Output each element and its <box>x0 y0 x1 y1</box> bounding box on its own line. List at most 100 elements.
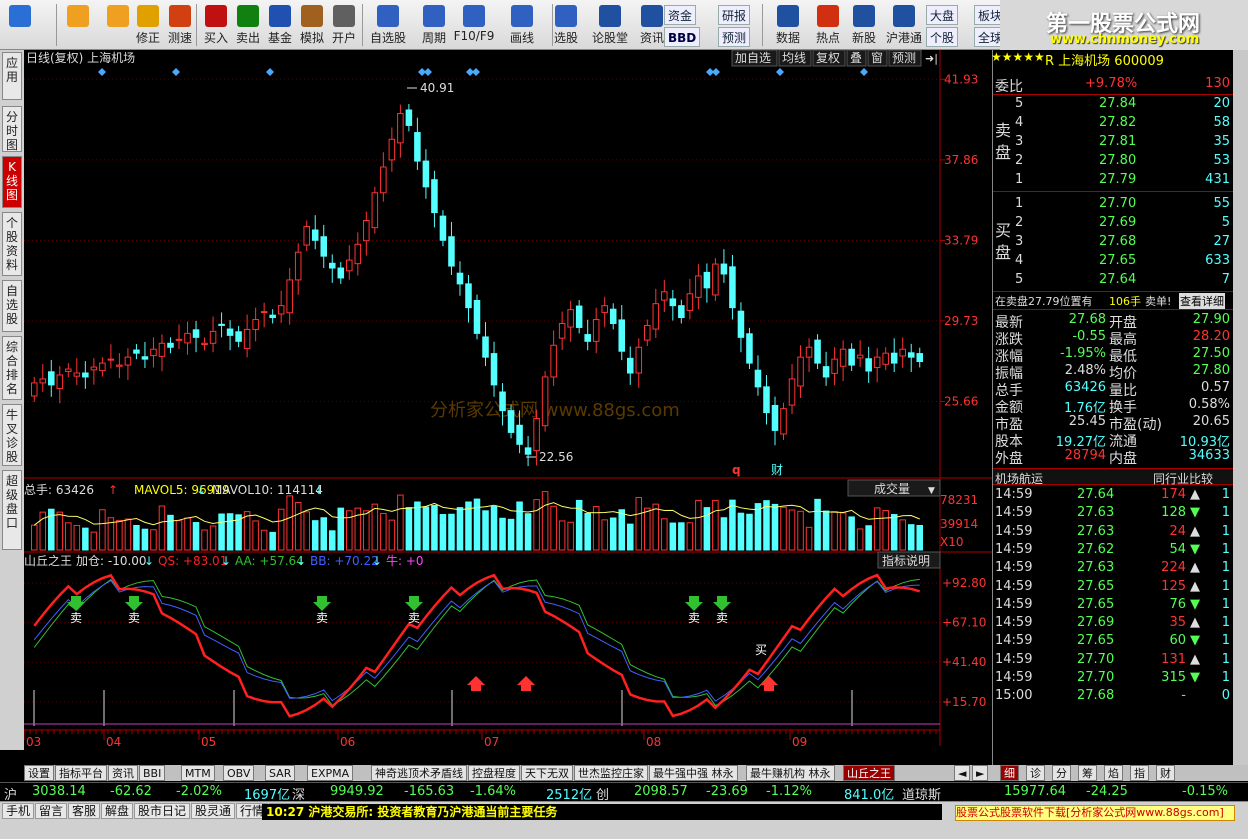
mark-cai[interactable]: 财 <box>771 463 783 477</box>
toolbar-clock-button[interactable]: 测速 <box>164 2 196 48</box>
right-tab-2[interactable]: 分 <box>1052 765 1071 781</box>
volume-bar <box>661 518 668 551</box>
candle-body <box>856 354 864 359</box>
jiacang-down-arrow: ↓ <box>144 554 154 568</box>
chart-header-button-label: 窗 <box>871 51 883 65</box>
status-button-5[interactable]: 股灵通 <box>191 803 236 819</box>
right-tab-4[interactable]: 焰 <box>1104 765 1123 781</box>
scroll-right-icon[interactable]: ► <box>972 765 989 781</box>
left-tab-6[interactable]: 牛叉诊股 <box>2 404 22 466</box>
level-price: 27.70 <box>1099 196 1137 211</box>
price-axis-label: 25.66 <box>944 395 978 409</box>
status-button-3[interactable]: 解盘 <box>101 803 134 819</box>
toolbar-updown-arrows-button[interactable] <box>102 2 134 48</box>
indicator-tab-7[interactable]: EXPMA <box>307 765 354 781</box>
view-detail-button[interactable]: 查看详细 <box>1179 293 1225 309</box>
indicator-tab-9[interactable]: 控盘程度 <box>468 765 520 781</box>
indicator-tab-4[interactable]: MTM <box>181 765 215 781</box>
toolbar-cycle-button[interactable]: 周期 <box>412 2 456 48</box>
candle-body <box>243 328 251 349</box>
status-button-1[interactable]: 留言 <box>35 803 68 819</box>
volume-bar <box>439 514 447 551</box>
kline-chart-area[interactable]: 日线(复权) 上海机场 加自选 均线 复权叠窗预测 ➜| 41.93 37.86 33.7… <box>23 49 992 750</box>
status-button-0[interactable]: 手机 <box>2 803 35 819</box>
tick-row: 14:59 27.69 35 ▲ 1 <box>993 615 1234 632</box>
toolbar-windows-logo-button[interactable] <box>4 2 36 48</box>
market-button[interactable]: 大盘 <box>926 5 959 25</box>
sell-signal-arrow-icon <box>685 596 703 611</box>
right-scrollbar[interactable] <box>1233 50 1248 766</box>
chevron-down-icon: ▼ <box>928 486 935 496</box>
toolbar-lock-button[interactable]: 开户 <box>328 2 360 48</box>
right-tab-6[interactable]: 财 <box>1156 765 1175 781</box>
mark-q[interactable]: q <box>732 463 741 477</box>
left-tab-2[interactable]: K线图 <box>2 156 22 208</box>
scroll-left-icon[interactable]: ◄ <box>954 765 971 781</box>
fund-button[interactable]: 资金 <box>664 5 697 25</box>
indicator-tab-6[interactable]: SAR <box>265 765 296 781</box>
indicator-tab-13[interactable]: 最牛赚机构 林永 <box>746 765 835 781</box>
right-tab-0[interactable]: 细 <box>1000 765 1019 781</box>
indicator-tab-3[interactable]: BBI <box>139 765 166 781</box>
left-tab-4[interactable]: 自选股 <box>2 280 22 332</box>
indicator-tab-5[interactable]: OBV <box>223 765 255 781</box>
volume-bar <box>669 522 677 551</box>
toolbar-sell-button[interactable]: 卖出 <box>232 2 264 48</box>
tick-count: 1 <box>1221 523 1230 539</box>
bbd-button[interactable]: BBD <box>664 27 701 47</box>
research-button[interactable]: 研报 <box>718 5 751 25</box>
volume-bar <box>456 507 464 551</box>
indicator-tab-14[interactable]: 山丘之王 <box>843 765 895 781</box>
tick-time: 14:59 <box>995 578 1033 594</box>
candle-body <box>890 352 898 364</box>
toolbar-hammer-button[interactable]: 模拟 <box>296 2 328 48</box>
indicator-tab-0[interactable]: 设置 <box>24 765 54 781</box>
indicator-tab-10[interactable]: 天下无双 <box>521 765 573 781</box>
toolbar-pen-button[interactable]: 画线 <box>500 2 544 48</box>
toolbar-buy-button[interactable]: 买入 <box>200 2 232 48</box>
tab-peer-compare[interactable]: 同行业比较 <box>1153 470 1213 487</box>
indicator-tab-2[interactable]: 资讯 <box>108 765 138 781</box>
level-index: 1 <box>1015 196 1024 211</box>
level-price: 27.65 <box>1099 253 1137 268</box>
indicator-tab-1[interactable]: 指标平台 <box>55 765 107 781</box>
divider <box>993 191 1234 192</box>
toolbar-f10-button[interactable]: F10/F9 <box>452 2 496 48</box>
right-tab-5[interactable]: 指 <box>1130 765 1149 781</box>
right-tab-3[interactable]: 筹 <box>1078 765 1097 781</box>
left-tab-7[interactable]: 超级盘口 <box>2 470 22 550</box>
right-tab-1[interactable]: 诊 <box>1026 765 1045 781</box>
arrow-up-icon: ▲ <box>1190 578 1200 594</box>
toolbar-refresh-button[interactable]: 修正 <box>132 2 164 48</box>
toolbar-select-button[interactable]: 选股 <box>544 2 588 48</box>
indicator-tab-12[interactable]: 最牛强中强 林永 <box>649 765 738 781</box>
toolbar-fund-button[interactable]: 基金 <box>264 2 296 48</box>
left-tab-3[interactable]: 个股资料 <box>2 212 22 276</box>
stat-value: 34633 <box>1188 448 1230 463</box>
toolbar-back-arrow-button[interactable] <box>62 2 94 48</box>
toolbar-star-button[interactable]: 自选股 <box>366 2 410 48</box>
indicator-tab-11[interactable]: 世杰监控庄家 <box>574 765 648 781</box>
single-stock-button[interactable]: 个股 <box>926 27 959 47</box>
arrow-down-icon: ▼ <box>1190 633 1200 649</box>
status-button-2[interactable]: 客服 <box>68 803 101 819</box>
back-arrow-icon <box>67 5 89 27</box>
forecast-button[interactable]: 预测 <box>718 27 751 47</box>
left-tab-0[interactable]: 应用 <box>2 52 22 100</box>
toolbar-hk-button[interactable]: 沪港通 <box>882 2 926 48</box>
candle-body <box>601 305 608 313</box>
kline-svg: 日线(复权) 上海机场 加自选 均线 复权叠窗预测 ➜| 41.93 37.86 33.7… <box>23 49 992 749</box>
volume-bar <box>635 496 643 551</box>
order-level-row: 4 27.82 58 <box>993 115 1234 132</box>
volume-bar <box>737 512 745 551</box>
indicator-tab-8[interactable]: 神奇逃顶术矛盾线 <box>371 765 467 781</box>
left-tab-5[interactable]: 综合排名 <box>2 336 22 400</box>
status-button-4[interactable]: 股市日记 <box>134 803 191 819</box>
news-runner[interactable]: 10:27 沪港交易所: 投资者教育乃沪港通当前主要任务 <box>262 804 942 820</box>
tab-industry[interactable]: 机场航运 <box>995 470 1043 487</box>
toolbar-forum-button[interactable]: 论股堂 <box>588 2 632 48</box>
toolbar-newstock-button[interactable]: 新股 <box>842 2 886 48</box>
left-tab-1[interactable]: 分时图 <box>2 106 22 152</box>
ad-banner[interactable]: 股票公式股票软件下载[分析家公式网www.88gs.com] <box>955 805 1235 821</box>
toolbar-pe-button[interactable]: 数据 <box>766 2 810 48</box>
